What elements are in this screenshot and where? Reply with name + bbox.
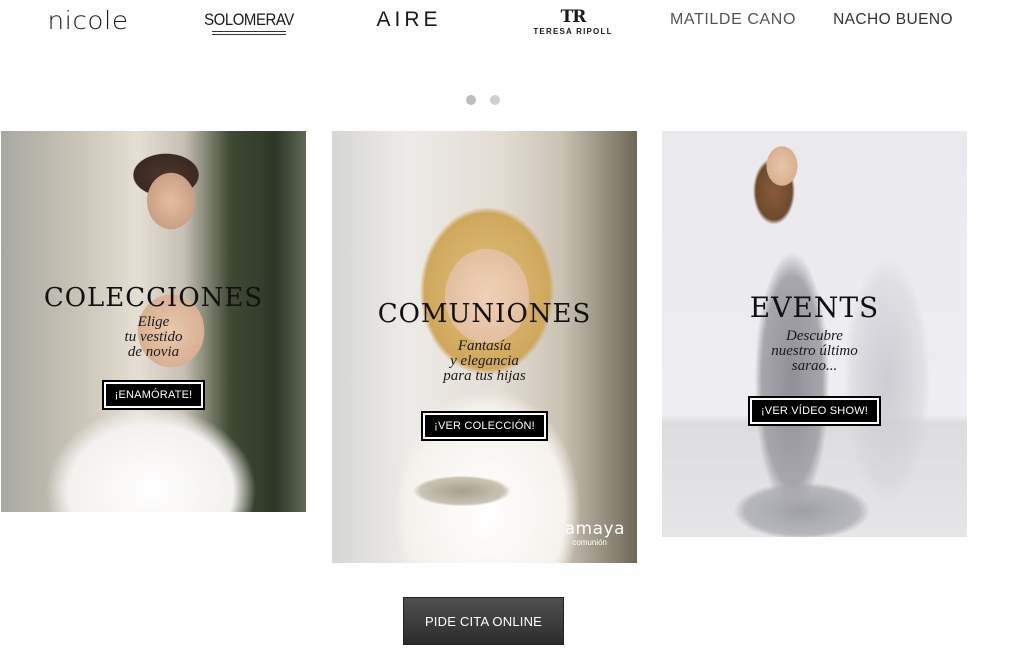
ver-coleccion-button[interactable]: ¡VER COLECCIÓN! [421,411,548,441]
card-button-wrap: ¡ENAMÓRATE! [1,380,306,410]
brand-logo-solomerav[interactable]: SOLOMERAV [204,0,294,40]
card-title-wrap: COLECCIONES [1,283,306,313]
pide-cita-online-button[interactable]: PIDE CITA ONLINE [403,597,564,645]
card-colecciones[interactable]: COLECCIONES Elige tu vestido de novia ¡E… [1,131,306,512]
carousel-dot-1[interactable] [466,95,476,105]
brand-logos: nicole SOLOMERAV AIRE TR TERESA RIPOLL M… [0,0,1024,44]
card-title: EVENTS [749,291,880,324]
card-title: COMUNIONES [377,299,592,329]
card-button-wrap: ¡VER VÍDEO SHOW! [662,396,967,426]
brand-logo-matilde-cano-text: MATILDE CANO [669,11,797,28]
brand-logo-teresa-ripoll[interactable]: TR TERESA RIPOLL [528,0,618,40]
card-subtitle-wrap: Descubre nuestro último sarao... [662,329,967,374]
logo-underline-ornament [212,30,286,35]
cta-label: PIDE CITA ONLINE [424,613,543,629]
card-subtitle: Descubre nuestro último sarao... [771,328,858,374]
brand-logo-aire-text: AIRE [376,8,442,31]
card-title-wrap: EVENTS [662,291,967,324]
card-title-wrap: COMUNIONES [332,299,637,329]
amaya-logo-text: amaya [564,519,625,539]
card-subtitle-wrap: Elige tu vestido de novia [1,315,306,360]
brand-logo-matilde-cano[interactable]: MATILDE CANO [660,0,806,40]
brand-logo-teresa-ripoll-text: TERESA RIPOLL [533,26,613,36]
brand-logo-nacho-bueno-text: NACHO BUENO [833,11,953,28]
card-title: COLECCIONES [43,283,264,313]
brand-logo-nicole[interactable]: nicole [27,0,149,40]
brand-monogram: TR [560,6,587,27]
brand-logo-aire[interactable]: AIRE [366,0,452,40]
brand-logo-nicole-text: nicole [47,5,129,35]
amaya-logo: amaya comunión [565,521,625,547]
brand-logo-solomerav-text: SOLOMERAV [204,9,294,29]
amaya-logo-subtext: comunión [572,538,607,547]
card-subtitle-wrap: Fantasía y elegancia para tus hijas [332,339,637,384]
carousel-dots [466,95,500,105]
brand-logo-nacho-bueno[interactable]: NACHO BUENO [826,0,960,40]
card-comuniones[interactable]: COMUNIONES Fantasía y elegancia para tus… [332,131,637,563]
card-button-wrap: ¡VER COLECCIÓN! [332,411,637,441]
card-subtitle: Fantasía y elegancia para tus hijas [443,338,526,384]
enamorate-button[interactable]: ¡ENAMÓRATE! [101,380,206,410]
card-events[interactable]: EVENTS Descubre nuestro último sarao... … [662,131,967,537]
ver-video-show-button[interactable]: ¡VER VÍDEO SHOW! [747,396,882,426]
card-subtitle: Elige tu vestido de novia [124,314,183,360]
carousel-dot-2[interactable] [490,95,500,105]
